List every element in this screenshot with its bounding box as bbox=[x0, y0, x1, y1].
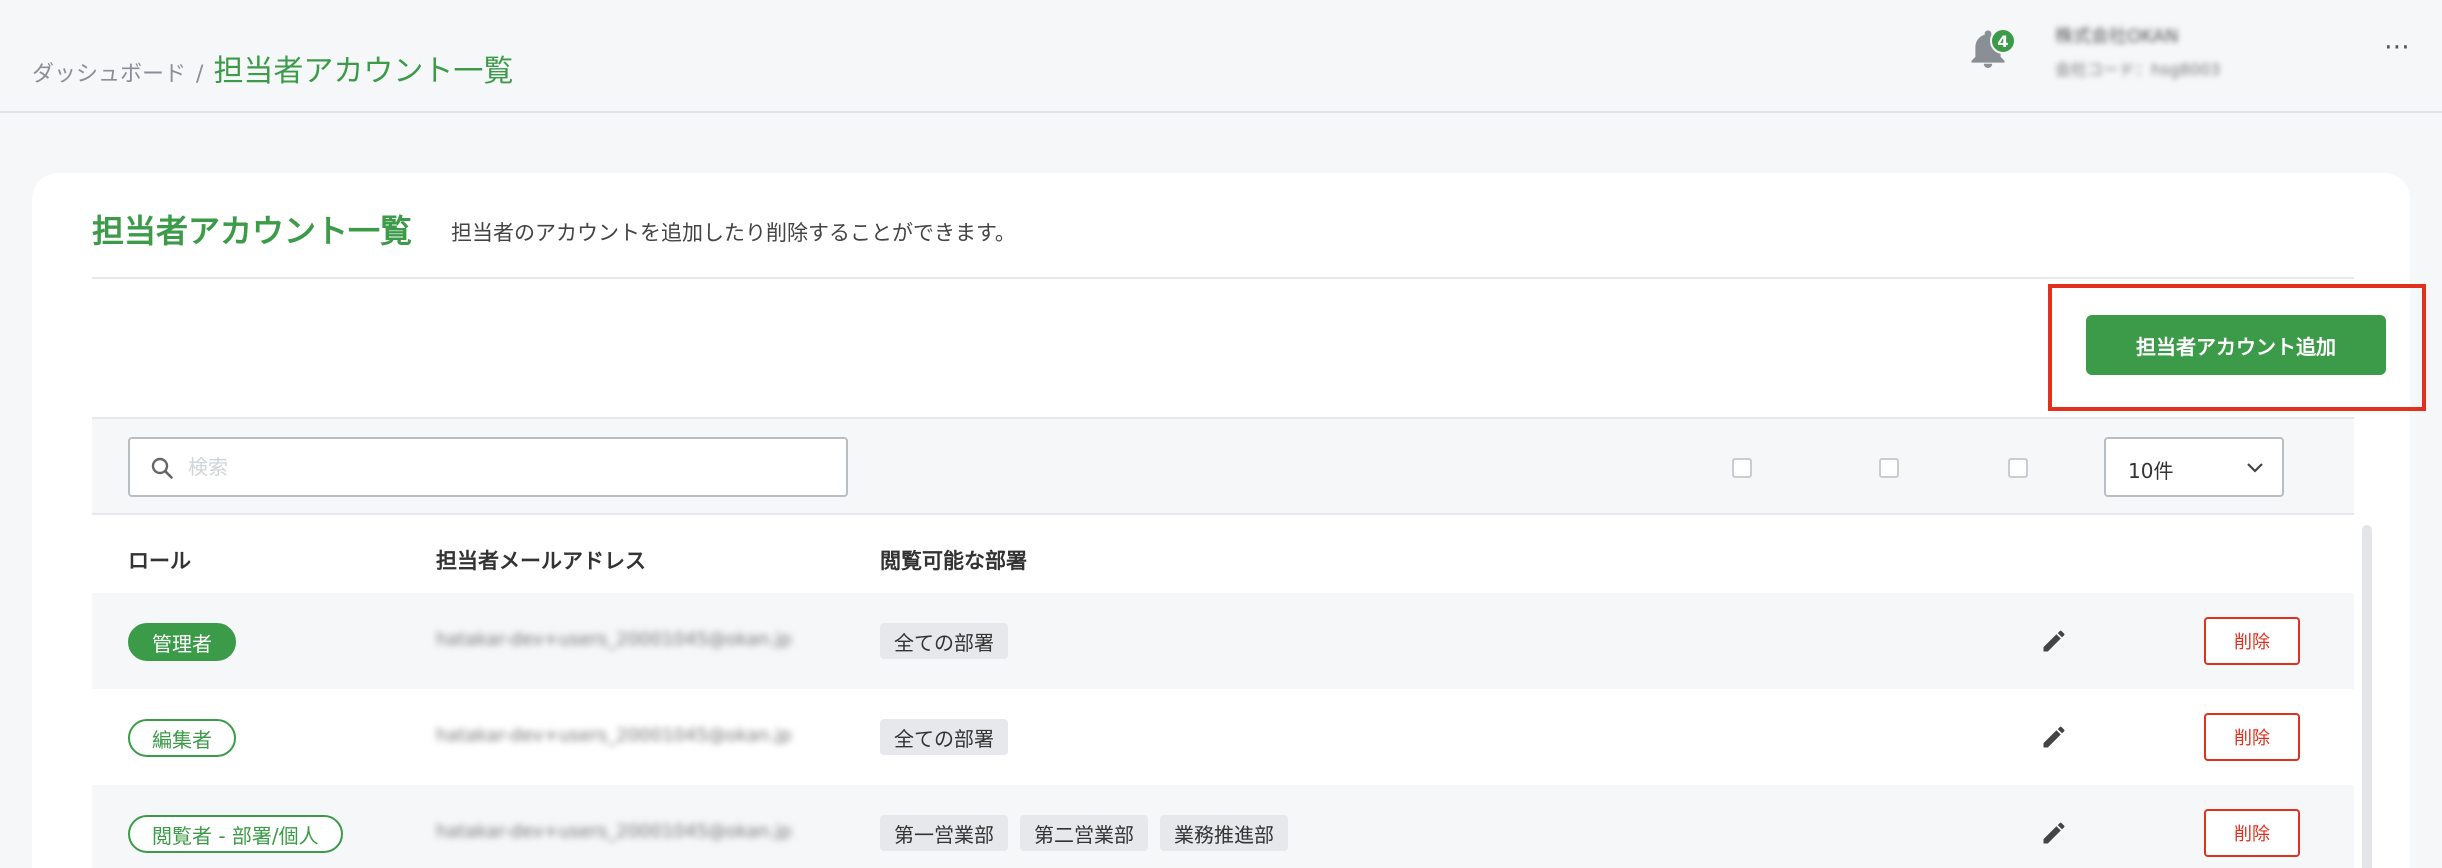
pencil-icon[interactable] bbox=[2040, 627, 2068, 655]
add-account-button[interactable]: 担当者アカウント追加 bbox=[2086, 315, 2386, 375]
table-scrollbar[interactable] bbox=[2362, 525, 2372, 868]
role-badge: 閲覧者 - 部署/個人 bbox=[128, 815, 343, 853]
page-title: 担当者アカウント一覧 bbox=[92, 212, 413, 250]
more-menu-icon[interactable]: ⋯ bbox=[2384, 32, 2411, 62]
department-tag: 第二営業部 bbox=[1020, 815, 1148, 851]
filter-checkbox-3[interactable] bbox=[2008, 458, 2028, 478]
company-name: 株式会社OKAN bbox=[2055, 26, 2179, 47]
notification-count-badge: 4 bbox=[1990, 28, 2016, 54]
chevron-down-icon bbox=[2247, 463, 2263, 473]
accounts-card: 担当者アカウント一覧 担当者のアカウントを追加したり削除することができます。 担… bbox=[32, 173, 2426, 868]
department-tag: 全ての部署 bbox=[880, 623, 1008, 659]
department-tag: 全ての部署 bbox=[880, 719, 1008, 755]
per-page-select[interactable]: 10件 bbox=[2104, 437, 2284, 497]
column-header-role: ロール bbox=[128, 549, 191, 573]
pencil-icon[interactable] bbox=[2040, 723, 2068, 751]
title-divider bbox=[92, 277, 2354, 279]
delete-button[interactable]: 削除 bbox=[2204, 809, 2300, 857]
table-row: 管理者 hatakar-dev+users_20001045@okan.jp 全… bbox=[92, 593, 2354, 689]
filter-checkbox-2[interactable] bbox=[1879, 458, 1899, 478]
top-bar: ダッシュボード / 担当者アカウント一覧 4 株式会社OKAN 会社コード：hs… bbox=[0, 0, 2442, 113]
department-tag: 第一営業部 bbox=[880, 815, 1008, 851]
table-row: 編集者 hatakar-dev+users_20001045@okan.jp 全… bbox=[92, 689, 2354, 785]
department-tags: 全ての部署 bbox=[880, 719, 1008, 755]
email-cell: hatakar-dev+users_20001045@okan.jp bbox=[436, 725, 792, 746]
column-header-email: 担当者メールアドレス bbox=[436, 549, 646, 573]
per-page-value: 10件 bbox=[2128, 459, 2174, 483]
search-box[interactable] bbox=[128, 437, 848, 497]
department-tags: 全ての部署 bbox=[880, 623, 1008, 659]
pencil-icon[interactable] bbox=[2040, 819, 2068, 847]
search-icon bbox=[151, 457, 173, 479]
delete-button[interactable]: 削除 bbox=[2204, 617, 2300, 665]
table-header: ロール 担当者メールアドレス 閲覧可能な部署 bbox=[92, 515, 2354, 593]
breadcrumb: ダッシュボード / 担当者アカウント一覧 bbox=[32, 46, 513, 90]
filter-checkbox-1[interactable] bbox=[1732, 458, 1752, 478]
department-tags: 第一営業部 第二営業部 業務推進部 bbox=[880, 815, 1288, 851]
notification-button[interactable]: 4 bbox=[1970, 28, 2016, 74]
company-code: 会社コード：hsg8003 bbox=[2055, 60, 2221, 79]
page-description: 担当者のアカウントを追加したり削除することができます。 bbox=[451, 221, 1016, 245]
breadcrumb-dashboard-link[interactable]: ダッシュボード bbox=[32, 56, 186, 88]
delete-button[interactable]: 削除 bbox=[2204, 713, 2300, 761]
role-badge: 管理者 bbox=[128, 623, 236, 661]
breadcrumb-current: 担当者アカウント一覧 bbox=[213, 54, 514, 89]
role-badge: 編集者 bbox=[128, 719, 236, 757]
breadcrumb-separator: / bbox=[196, 62, 204, 87]
company-info[interactable]: 株式会社OKAN 会社コード：hsg8003 bbox=[2055, 22, 2220, 80]
table-toolbar: 10件 bbox=[92, 417, 2354, 515]
table-row: 閲覧者 - 部署/個人 hatakar-dev+users_20001045@o… bbox=[92, 785, 2354, 868]
search-input[interactable] bbox=[188, 439, 828, 495]
email-cell: hatakar-dev+users_20001045@okan.jp bbox=[436, 629, 792, 650]
email-cell: hatakar-dev+users_20001045@okan.jp bbox=[436, 821, 792, 842]
column-header-departments: 閲覧可能な部署 bbox=[880, 549, 1027, 573]
department-tag: 業務推進部 bbox=[1160, 815, 1288, 851]
